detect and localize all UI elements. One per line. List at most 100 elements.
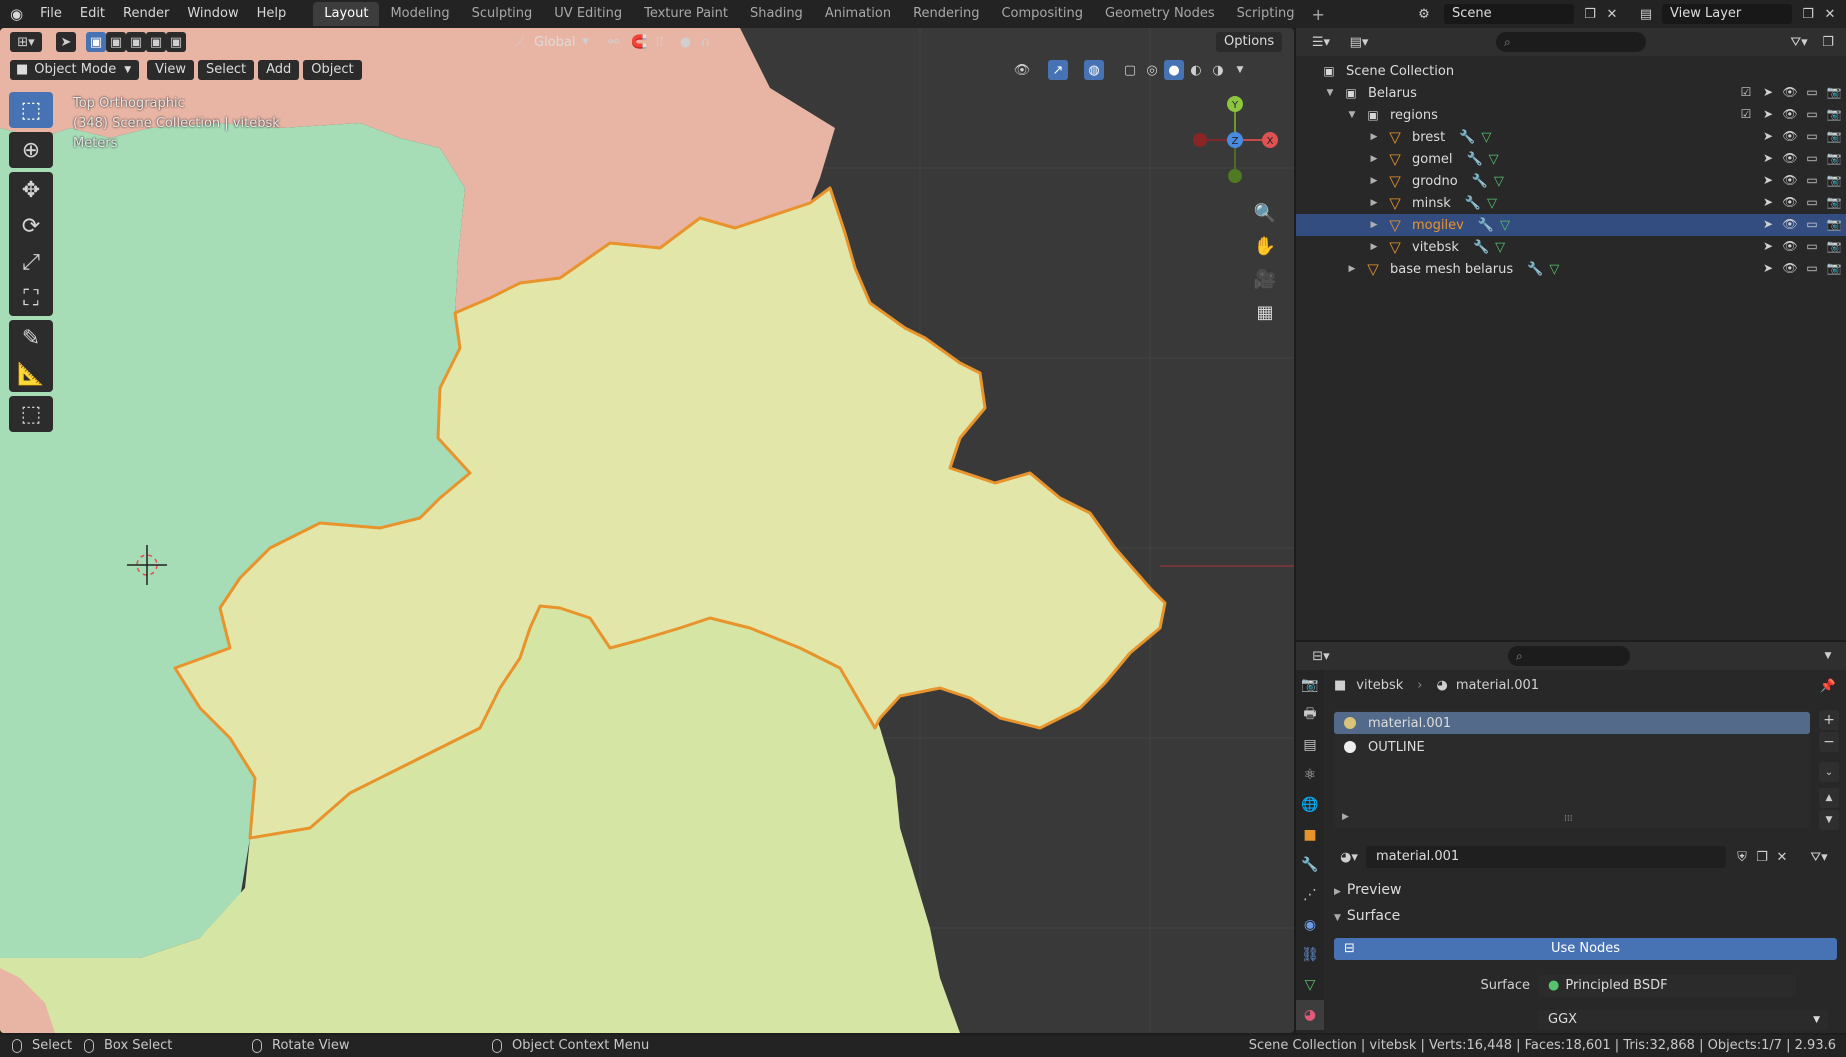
select-menu[interactable]: Select bbox=[197, 60, 255, 80]
duplicate-material-icon[interactable]: ❐ bbox=[1752, 847, 1772, 867]
mode-dropdown[interactable]: ■ Object Mode ▼ bbox=[10, 60, 140, 80]
editor-type-icon[interactable]: ⊞▾ bbox=[10, 32, 42, 52]
add-menu[interactable]: Add bbox=[258, 60, 300, 80]
scale-tool-icon[interactable]: ⤢ bbox=[9, 244, 53, 280]
menu-edit[interactable]: Edit bbox=[71, 0, 114, 28]
expand-arrow-icon[interactable]: ▶ bbox=[1342, 812, 1349, 822]
selectable-icon[interactable]: ➤ bbox=[1760, 85, 1776, 99]
tab-output-icon[interactable]: 🖶 bbox=[1296, 700, 1324, 730]
menu-render[interactable]: Render bbox=[114, 0, 178, 28]
mesh-data-icon[interactable]: ▽ bbox=[1500, 218, 1510, 233]
outliner-row-scene-collection[interactable]: ▣ Scene Collection bbox=[1296, 60, 1846, 82]
modifier-wrench-icon[interactable]: 🔧 bbox=[1472, 174, 1488, 189]
outliner-row-mogilev[interactable]: ▶ ▽ mogilev 🔧 ▽ ➤ 👁 ▭ 📷 bbox=[1296, 214, 1846, 236]
delete-scene-icon[interactable]: ✕ bbox=[1602, 4, 1622, 24]
menu-help[interactable]: Help bbox=[248, 0, 296, 28]
tab-geometry-nodes[interactable]: Geometry Nodes bbox=[1094, 2, 1226, 26]
render-icon[interactable]: 📷 bbox=[1826, 85, 1842, 99]
expand-arrow-icon[interactable]: ▶ bbox=[1346, 264, 1358, 274]
transform-tool-icon[interactable]: ⛶ bbox=[9, 280, 53, 316]
3d-viewport[interactable]: ⊞▾ ➤ ▣ ▣ ▣ ▣ ▣ ⟋ Global ▼ ⚯ 🧲 ⁞⁞ ● ∩ Opt… bbox=[0, 28, 1294, 1033]
display-mode-icon[interactable]: ▤▾ bbox=[1344, 32, 1374, 52]
select-intersect-icon[interactable]: ▣ bbox=[166, 32, 186, 52]
camera-icon[interactable]: 🎥 bbox=[1250, 264, 1280, 294]
outliner-row-vitebsk[interactable]: ▶ ▽ vitebsk 🔧 ▽ ➤ 👁 ▭ 📷 bbox=[1296, 236, 1846, 258]
viewport-icon[interactable]: ▭ bbox=[1804, 217, 1820, 231]
mesh-data-icon[interactable]: ▽ bbox=[1489, 152, 1499, 167]
modifier-wrench-icon[interactable]: 🔧 bbox=[1473, 240, 1489, 255]
eye-icon[interactable]: 👁 bbox=[1782, 107, 1798, 121]
object-menu[interactable]: Object bbox=[303, 60, 362, 80]
tab-modeling[interactable]: Modeling bbox=[379, 2, 460, 26]
select-subtract-icon[interactable]: ▣ bbox=[126, 32, 146, 52]
editor-type-icon[interactable]: ⊟▾ bbox=[1306, 646, 1336, 666]
gizmo-toggle-icon[interactable]: ↗ bbox=[1048, 60, 1068, 80]
selectable-icon[interactable]: ➤ bbox=[1760, 195, 1776, 209]
tab-rendering[interactable]: Rendering bbox=[902, 2, 990, 26]
slot-specials-button[interactable]: ⌄ bbox=[1819, 762, 1839, 782]
new-collection-icon[interactable]: ❐ bbox=[1818, 32, 1838, 52]
overlay-toggle-icon[interactable]: ◍ bbox=[1084, 60, 1104, 80]
use-nodes-button[interactable]: ⊟ Use Nodes bbox=[1334, 938, 1837, 960]
tab-particles-icon[interactable]: ⋰ bbox=[1296, 880, 1324, 910]
tab-texture-paint[interactable]: Texture Paint bbox=[633, 2, 739, 26]
render-icon[interactable]: 📷 bbox=[1826, 261, 1842, 275]
view-layer-field[interactable]: View Layer bbox=[1662, 4, 1792, 24]
eye-icon[interactable]: 👁 bbox=[1782, 195, 1798, 209]
eye-icon[interactable]: 👁 bbox=[1782, 129, 1798, 143]
tab-render-icon[interactable]: 📷 bbox=[1296, 670, 1324, 700]
solid-shading-icon[interactable]: ● bbox=[1164, 60, 1184, 80]
distribution-dropdown[interactable]: GGX ▼ bbox=[1538, 1010, 1828, 1030]
eye-icon[interactable]: 👁 bbox=[1782, 217, 1798, 231]
fake-user-shield-icon[interactable]: ⛨ bbox=[1732, 847, 1752, 867]
selectable-icon[interactable]: ➤ bbox=[1760, 217, 1776, 231]
select-new-icon[interactable]: ▣ bbox=[86, 32, 106, 52]
zoom-icon[interactable]: 🔍 bbox=[1250, 198, 1280, 228]
editor-type-icon[interactable]: ☰▾ bbox=[1306, 32, 1336, 52]
tab-constraints-icon[interactable]: ⛓ bbox=[1296, 940, 1324, 970]
gizmo-neg-x-axis[interactable] bbox=[1193, 133, 1207, 147]
tab-object-icon[interactable]: ■ bbox=[1296, 820, 1324, 850]
tab-compositing[interactable]: Compositing bbox=[990, 2, 1094, 26]
tab-sculpting[interactable]: Sculpting bbox=[461, 2, 544, 26]
tab-scripting[interactable]: Scripting bbox=[1226, 2, 1306, 26]
select-extend-icon[interactable]: ▣ bbox=[106, 32, 126, 52]
mesh-data-icon[interactable]: ▽ bbox=[1481, 130, 1491, 145]
expand-arrow-icon[interactable]: ▶ bbox=[1368, 220, 1380, 230]
chevron-down-icon[interactable]: ▼ bbox=[1230, 60, 1250, 80]
viewport-icon[interactable]: ▭ bbox=[1804, 195, 1820, 209]
rendered-shading-icon[interactable]: ◑ bbox=[1208, 60, 1228, 80]
outliner-row-regions[interactable]: ▼ ▣ regions ☑ ➤ 👁 ▭ 📷 bbox=[1296, 104, 1846, 126]
viewport-icon[interactable]: ▭ bbox=[1804, 173, 1820, 187]
preview-panel-header[interactable]: ▶ Preview bbox=[1334, 882, 1401, 898]
expand-arrow-icon[interactable]: ▼ bbox=[1346, 110, 1358, 120]
xray-icon[interactable]: ▢ bbox=[1120, 60, 1140, 80]
expand-arrow-icon[interactable]: ▼ bbox=[1324, 88, 1336, 98]
properties-search-input[interactable]: ⌕ bbox=[1508, 646, 1630, 666]
modifier-wrench-icon[interactable]: 🔧 bbox=[1466, 152, 1482, 167]
outliner-row-minsk[interactable]: ▶ ▽ minsk 🔧 ▽ ➤ 👁 ▭ 📷 bbox=[1296, 192, 1846, 214]
orthographic-grid-icon[interactable]: ▦ bbox=[1250, 297, 1280, 327]
outliner-row-gomel[interactable]: ▶ ▽ gomel 🔧 ▽ ➤ 👁 ▭ 📷 bbox=[1296, 148, 1846, 170]
viewport-icon[interactable]: ▭ bbox=[1804, 151, 1820, 165]
move-tool-icon[interactable]: ✥ bbox=[9, 172, 53, 208]
selectable-icon[interactable]: ➤ bbox=[1760, 151, 1776, 165]
wireframe-shading-icon[interactable]: ◎ bbox=[1142, 60, 1162, 80]
new-scene-icon[interactable]: ❐ bbox=[1580, 4, 1600, 24]
expand-arrow-icon[interactable]: ▶ bbox=[1368, 198, 1380, 208]
eye-icon[interactable]: 👁 bbox=[1782, 261, 1798, 275]
resize-handle-icon[interactable]: ⁞⁞⁞ bbox=[1564, 814, 1573, 824]
outliner-row-belarus[interactable]: ▼ ▣ Belarus ☑ ➤ 👁 ▭ 📷 bbox=[1296, 82, 1846, 104]
mesh-data-icon[interactable]: ▽ bbox=[1494, 174, 1504, 189]
rotate-tool-icon[interactable]: ⟳ bbox=[9, 208, 53, 244]
select-box-tool-icon[interactable]: ⬚ bbox=[9, 92, 53, 128]
expand-arrow-icon[interactable]: ▶ bbox=[1368, 154, 1380, 164]
selectable-icon[interactable]: ➤ bbox=[1760, 239, 1776, 253]
eye-icon[interactable]: 👁 bbox=[1782, 239, 1798, 253]
viewport-icon[interactable]: ▭ bbox=[1804, 239, 1820, 253]
add-workspace-icon[interactable]: + bbox=[1305, 5, 1330, 24]
pan-hand-icon[interactable]: ✋ bbox=[1250, 231, 1280, 261]
material-slot-row[interactable]: material.001 bbox=[1334, 712, 1810, 734]
cursor-tool-icon[interactable]: ⊕ bbox=[9, 132, 53, 168]
tab-physics-icon[interactable]: ◉ bbox=[1296, 910, 1324, 940]
